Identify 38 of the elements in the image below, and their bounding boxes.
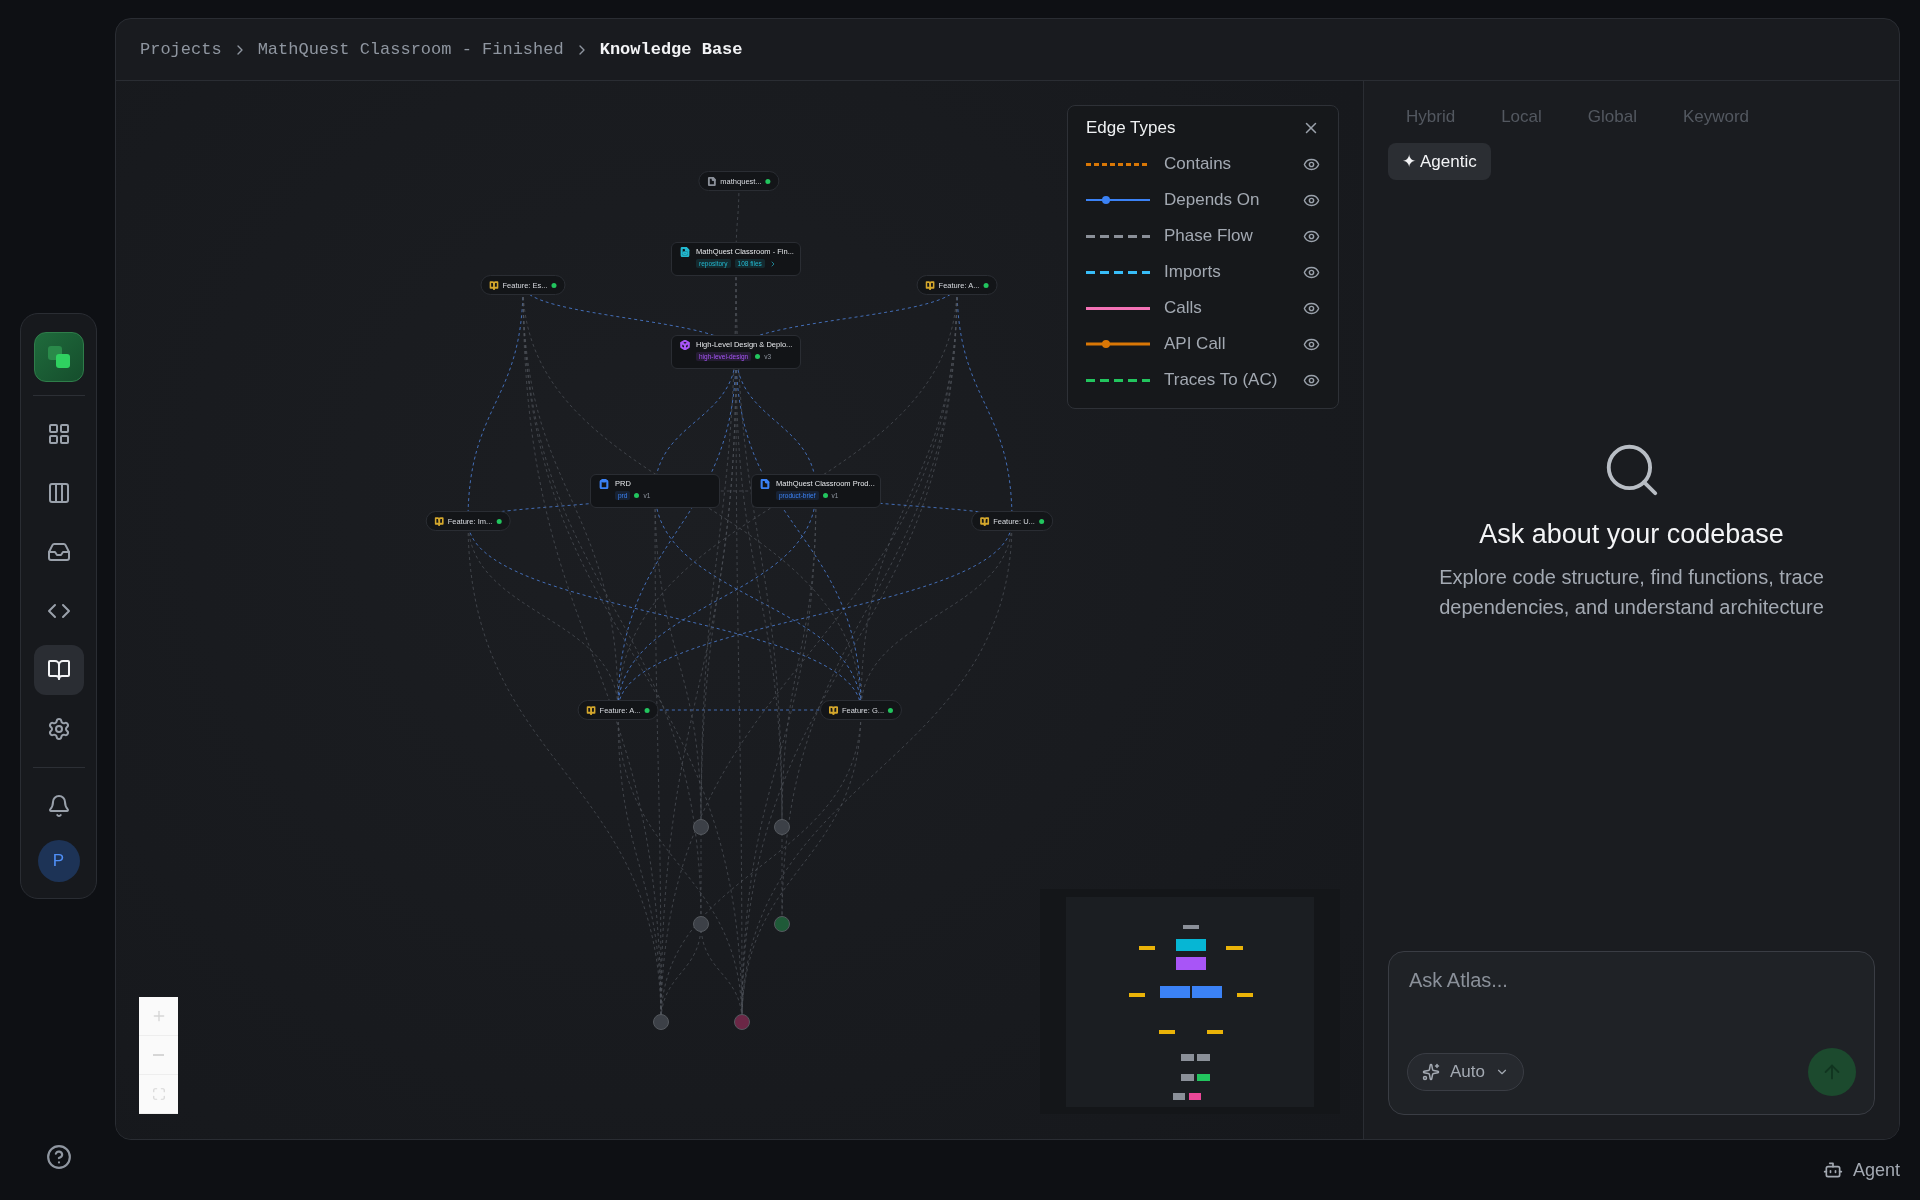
chat-input-field[interactable]: Ask Atlas... Auto <box>1388 951 1875 1115</box>
search-mode-tab[interactable]: ✦ Agentic <box>1388 143 1491 180</box>
help-button[interactable] <box>45 1144 72 1170</box>
bell-icon <box>46 794 71 818</box>
model-dropdown[interactable]: Auto <box>1407 1053 1524 1091</box>
legend-label: Phase Flow <box>1164 226 1254 246</box>
legend-label: API Call <box>1164 334 1227 354</box>
grid-icon <box>46 422 71 446</box>
graph-node[interactable] <box>693 916 709 932</box>
empty-state-title: Ask about your codebase <box>1479 519 1784 550</box>
breadcrumb-link[interactable]: Knowledge Base <box>599 40 743 59</box>
help-icon <box>45 1144 72 1170</box>
graph-node[interactable] <box>693 819 709 835</box>
logo[interactable] <box>33 332 84 382</box>
fullscreen-icon <box>151 1087 166 1101</box>
user-avatar[interactable]: P <box>37 840 80 882</box>
legend-label: Depends On <box>1164 190 1261 210</box>
legend-label: Calls <box>1164 298 1203 318</box>
graph-node[interactable] <box>653 1014 669 1030</box>
inbox-icon <box>46 540 71 564</box>
legend-label: Traces To (AC) <box>1164 370 1279 390</box>
legend-label: Imports <box>1164 262 1222 282</box>
breadcrumb-link[interactable]: Projects <box>140 40 222 59</box>
minus-icon <box>153 1054 164 1056</box>
nav-button[interactable] <box>33 645 84 695</box>
empty-state-text: Explore code structure, find functions, trace dependencies, and understand architecture <box>1438 565 1825 620</box>
legend-label: Contains <box>1164 154 1233 174</box>
breadcrumb-link[interactable]: MathQuest Classroom - Finished <box>257 40 564 59</box>
sparkles-icon <box>1422 1063 1440 1081</box>
graph-node[interactable] <box>774 916 790 932</box>
book-icon <box>46 658 71 682</box>
graph-node[interactable] <box>734 1014 750 1030</box>
legend-title: Edge Types <box>1086 118 1176 138</box>
agent-button[interactable]: Agent <box>1822 1159 1900 1181</box>
graph-node[interactable] <box>774 819 790 835</box>
robot-icon <box>1822 1160 1843 1180</box>
columns-icon <box>46 481 71 505</box>
settings-icon <box>46 717 71 741</box>
